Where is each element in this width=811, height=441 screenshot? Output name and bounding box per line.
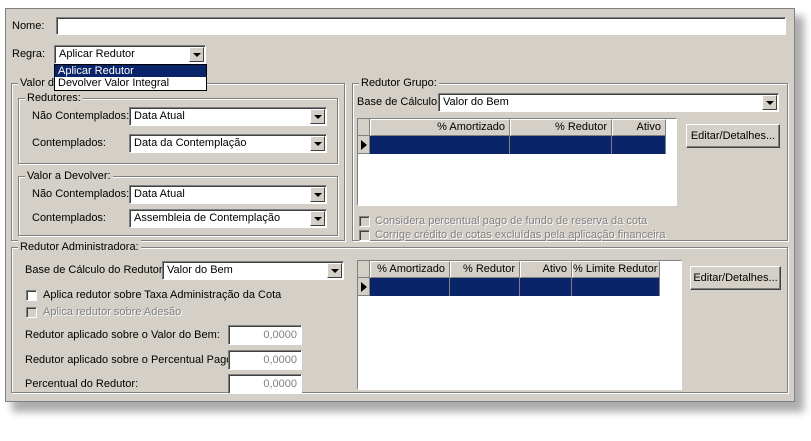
grid-header-redutor[interactable]: % Redutor xyxy=(510,119,612,136)
redutor-grupo-caption: Redutor Grupo: xyxy=(359,76,439,90)
regra-dropdown-list: Aplicar Redutor Devolver Valor Integral xyxy=(54,64,207,91)
grid-header-limite[interactable]: % Limite Redutor xyxy=(572,261,660,278)
considera-label: Considera percentual pago de fundo de re… xyxy=(375,215,648,227)
considera-checkbox[interactable] xyxy=(359,216,370,227)
corrige-label: Corrige crédito de cotas excluídas pela … xyxy=(375,229,666,241)
dropdown-arrow-icon[interactable] xyxy=(310,211,325,226)
grid-header-amortizado[interactable]: % Amortizado xyxy=(370,261,450,278)
redutor-grupo-editar-button[interactable]: Editar/Detalhes... xyxy=(686,124,780,148)
redutores-contemplados-label: Contemplados: xyxy=(32,137,106,149)
valor-group-caption: Valor d xyxy=(18,76,57,90)
redutor-adm-caption: Redutor Administradora: xyxy=(18,240,141,254)
grid-header-redutor[interactable]: % Redutor xyxy=(450,261,520,278)
nome-label: Nome: xyxy=(12,20,45,32)
valor-group: Valor d Redutores: Não Contemplados: Dat… xyxy=(11,76,345,241)
redutores-nao-contemplados-label: Não Contemplados: xyxy=(32,110,130,122)
grid-cell[interactable] xyxy=(520,278,572,296)
dropdown-arrow-icon[interactable] xyxy=(327,263,342,278)
dropdown-arrow-icon[interactable] xyxy=(762,95,777,110)
grid-corner xyxy=(358,119,370,136)
grid-corner xyxy=(358,261,370,278)
row-indicator-icon xyxy=(358,136,370,154)
regra-select[interactable]: Aplicar Redutor xyxy=(54,45,206,64)
taxa-label: Aplica redutor sobre Taxa Administração … xyxy=(43,289,282,301)
devolver-contemplados-select[interactable]: Assembleia de Contemplação xyxy=(129,209,327,228)
dropdown-arrow-icon[interactable] xyxy=(310,109,325,124)
perc-redutor-label: Percentual do Redutor: xyxy=(25,378,139,390)
valor-bem-input[interactable]: 0,0000 xyxy=(228,325,302,345)
redutor-adm-base-label: Base de Cálculo do Redutor: xyxy=(25,264,166,276)
adesao-label: Aplica redutor sobre Adesão xyxy=(43,306,182,318)
redutor-adm-base-select[interactable]: Valor do Bem xyxy=(162,261,344,280)
redutor-adm-grid[interactable]: % Amortizado % Redutor Ativo % Limite Re… xyxy=(357,260,682,390)
devolver-contemplados-value: Assembleia de Contemplação xyxy=(134,212,281,224)
regra-option-aplicar[interactable]: Aplicar Redutor xyxy=(55,65,206,77)
taxa-checkbox[interactable] xyxy=(26,290,37,301)
redutores-group: Redutores: Não Contemplados: Data Atual … xyxy=(18,91,338,164)
redutores-contemplados-value: Data da Contemplação xyxy=(134,137,247,149)
regra-selected: Aplicar Redutor xyxy=(59,48,135,60)
perc-redutor-input[interactable]: 0,0000 xyxy=(228,374,302,394)
grid-cell[interactable] xyxy=(370,278,450,296)
devolver-nao-contemplados-select[interactable]: Data Atual xyxy=(129,185,327,204)
grid-header-ativo[interactable]: Ativo xyxy=(520,261,572,278)
devolver-nao-contemplados-value: Data Atual xyxy=(134,188,185,200)
redutor-grupo-base-value: Valor do Bem xyxy=(443,96,509,108)
dropdown-arrow-icon[interactable] xyxy=(189,47,204,62)
dropdown-arrow-icon[interactable] xyxy=(310,136,325,151)
redutor-adm-editar-button[interactable]: Editar/Detalhes... xyxy=(690,266,781,290)
grid-header-amortizado[interactable]: % Amortizado xyxy=(370,119,510,136)
grid-cell[interactable] xyxy=(450,278,520,296)
valor-devolver-caption: Valor a Devolver: xyxy=(25,169,113,183)
redutor-grupo-group: Redutor Grupo: Base de Cálculo: Valor do… xyxy=(352,76,788,241)
adesao-checkbox[interactable] xyxy=(26,307,37,318)
redutores-nao-contemplados-value: Data Atual xyxy=(134,110,185,122)
perc-pago-input[interactable]: 0,0000 xyxy=(228,350,302,370)
regra-label: Regra: xyxy=(12,48,46,60)
grid-cell[interactable] xyxy=(370,136,510,154)
devolver-contemplados-label: Contemplados: xyxy=(32,212,106,224)
valor-bem-label: Redutor aplicado sobre o Valor do Bem: xyxy=(25,329,220,341)
redutores-nao-contemplados-select[interactable]: Data Atual xyxy=(129,107,327,126)
redutor-grupo-grid[interactable]: % Amortizado % Redutor Ativo xyxy=(357,118,677,206)
redutores-caption: Redutores: xyxy=(25,91,83,105)
redutor-adm-base-value: Valor do Bem xyxy=(167,264,233,276)
redutor-grupo-base-select[interactable]: Valor do Bem xyxy=(438,93,779,112)
grid-cell[interactable] xyxy=(510,136,612,154)
row-indicator-icon xyxy=(358,278,370,296)
devolver-nao-contemplados-label: Não Contemplados: xyxy=(32,188,130,200)
valor-devolver-group: Valor a Devolver: Não Contemplados: Data… xyxy=(18,169,338,236)
redutor-adm-group: Redutor Administradora: Base de Cálculo … xyxy=(11,240,788,394)
grid-cell[interactable] xyxy=(572,278,660,296)
regra-option-devolver[interactable]: Devolver Valor Integral xyxy=(55,77,206,89)
redutores-contemplados-select[interactable]: Data da Contemplação xyxy=(129,134,327,153)
redutor-grupo-base-label: Base de Cálculo: xyxy=(357,96,441,108)
corrige-checkbox[interactable] xyxy=(359,230,370,241)
grid-header-ativo[interactable]: Ativo xyxy=(612,119,666,136)
nome-input[interactable] xyxy=(56,17,786,35)
grid-cell[interactable] xyxy=(612,136,666,154)
dropdown-arrow-icon[interactable] xyxy=(310,187,325,202)
form-panel: Nome: Regra: Aplicar Redutor Aplicar Red… xyxy=(5,8,795,402)
perc-pago-label: Redutor aplicado sobre o Percentual Pago… xyxy=(25,354,236,366)
